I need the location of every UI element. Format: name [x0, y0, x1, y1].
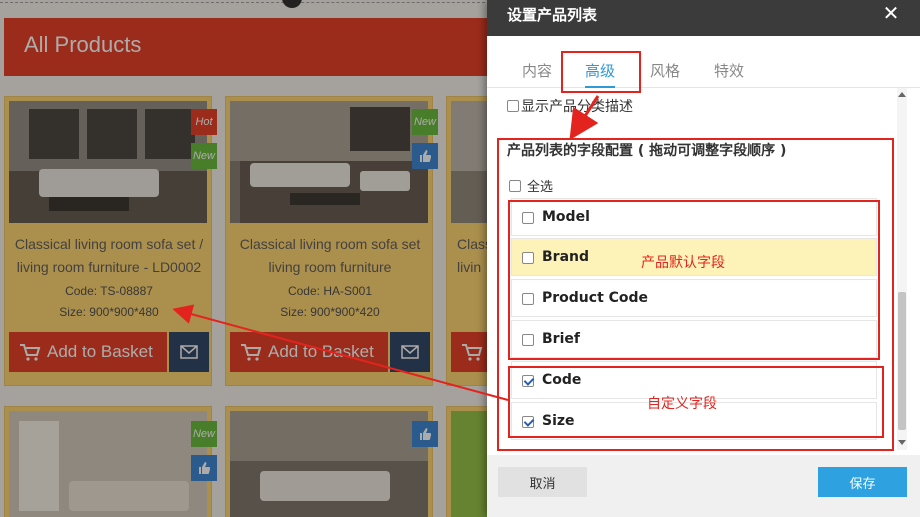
arrow-to-field-config — [569, 95, 600, 141]
annotation-arrows — [172, 95, 600, 401]
arrow-to-product-card — [172, 304, 509, 401]
